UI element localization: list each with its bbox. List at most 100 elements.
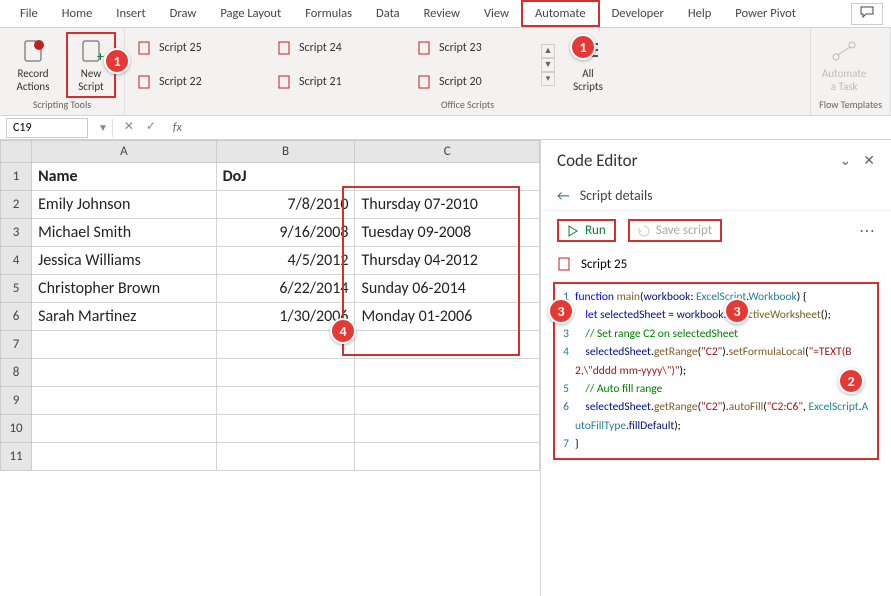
row-header[interactable]: 8 bbox=[1, 359, 32, 387]
comments-button[interactable] bbox=[851, 3, 883, 25]
tab-draw[interactable]: Draw bbox=[158, 2, 209, 25]
record-icon bbox=[19, 37, 47, 65]
scroll-up-button[interactable]: ▲ bbox=[541, 44, 555, 58]
name-box-dropdown[interactable]: ▼ bbox=[94, 121, 112, 134]
cell[interactable]: Name bbox=[32, 163, 217, 191]
cell[interactable] bbox=[355, 415, 540, 443]
script-icon bbox=[417, 40, 433, 56]
panel-expand-icon[interactable]: ⌄ bbox=[840, 152, 852, 169]
fx-icon[interactable]: fx bbox=[167, 121, 188, 135]
run-button[interactable]: Run bbox=[557, 219, 616, 242]
tab-file[interactable]: File bbox=[8, 2, 50, 25]
cell[interactable] bbox=[216, 443, 355, 471]
worksheet[interactable]: A B C 1 Name DoJ 2 Emily Johnson 7/8/201… bbox=[0, 140, 540, 596]
cell[interactable] bbox=[216, 387, 355, 415]
tab-developer[interactable]: Developer bbox=[600, 2, 676, 25]
col-header-c[interactable]: C bbox=[355, 141, 540, 163]
tab-help[interactable]: Help bbox=[676, 2, 723, 25]
cell[interactable] bbox=[32, 387, 217, 415]
cell[interactable]: 9/16/2008 bbox=[216, 219, 355, 247]
script-icon bbox=[137, 74, 153, 90]
cell[interactable]: Monday 01-2006 bbox=[355, 303, 540, 331]
row-header[interactable]: 4 bbox=[1, 247, 32, 275]
group-label-flow: Flow Templates bbox=[819, 98, 882, 113]
cell[interactable]: 4/5/2012 bbox=[216, 247, 355, 275]
cell[interactable]: 7/8/2010 bbox=[216, 191, 355, 219]
row-header[interactable]: 9 bbox=[1, 387, 32, 415]
tab-automate[interactable]: Automate bbox=[521, 0, 600, 27]
script-item[interactable]: Script 20 bbox=[413, 66, 533, 98]
row-header[interactable]: 5 bbox=[1, 275, 32, 303]
cell[interactable]: Sarah Martinez bbox=[32, 303, 217, 331]
record-actions-button[interactable]: Record Actions bbox=[8, 32, 58, 98]
cell[interactable] bbox=[355, 387, 540, 415]
flow-icon bbox=[830, 37, 858, 65]
script-item[interactable]: Script 22 bbox=[133, 66, 253, 98]
enter-formula-button[interactable]: ✓ bbox=[141, 119, 161, 137]
cell[interactable] bbox=[32, 415, 217, 443]
cell[interactable]: Christopher Brown bbox=[32, 275, 217, 303]
cell[interactable]: Thursday 04-2012 bbox=[355, 247, 540, 275]
formula-input[interactable] bbox=[188, 118, 891, 138]
back-icon[interactable]: ← bbox=[557, 187, 570, 204]
more-options-button[interactable]: ⋯ bbox=[859, 221, 875, 241]
tab-data[interactable]: Data bbox=[364, 2, 412, 25]
select-all-cell[interactable] bbox=[1, 141, 32, 163]
script-name: Script 25 bbox=[581, 257, 627, 272]
script-item[interactable]: Script 21 bbox=[273, 66, 393, 98]
cell[interactable]: Tuesday 09-2008 bbox=[355, 219, 540, 247]
row-header[interactable]: 2 bbox=[1, 191, 32, 219]
cell[interactable] bbox=[355, 443, 540, 471]
row-header[interactable]: 3 bbox=[1, 219, 32, 247]
cell[interactable] bbox=[32, 359, 217, 387]
cancel-formula-button[interactable]: ✕ bbox=[119, 119, 139, 137]
automate-task-label: Automate a Task bbox=[822, 67, 867, 93]
cell[interactable]: Michael Smith bbox=[32, 219, 217, 247]
name-box[interactable] bbox=[6, 118, 88, 138]
tab-page-layout[interactable]: Page Layout bbox=[208, 2, 293, 25]
cell[interactable] bbox=[32, 331, 217, 359]
tab-home[interactable]: Home bbox=[50, 2, 105, 25]
panel-title-bar: Code Editor ⌄ ✕ bbox=[541, 140, 891, 181]
tab-review[interactable]: Review bbox=[412, 2, 472, 25]
cell[interactable] bbox=[355, 163, 540, 191]
row-header[interactable]: 11 bbox=[1, 443, 32, 471]
cell[interactable] bbox=[355, 359, 540, 387]
panel-breadcrumb: ← Script details bbox=[541, 181, 891, 211]
tab-power-pivot[interactable]: Power Pivot bbox=[723, 2, 808, 25]
script-icon bbox=[277, 74, 293, 90]
row-header[interactable]: 6 bbox=[1, 303, 32, 331]
row-header[interactable]: 1 bbox=[1, 163, 32, 191]
cell[interactable] bbox=[32, 443, 217, 471]
cell[interactable]: Emily Johnson bbox=[32, 191, 217, 219]
panel-close-icon[interactable]: ✕ bbox=[863, 152, 875, 169]
tab-insert[interactable]: Insert bbox=[104, 2, 157, 25]
script-item[interactable]: Script 25 bbox=[133, 32, 253, 64]
tab-formulas[interactable]: Formulas bbox=[293, 2, 364, 25]
cell[interactable]: Thursday 07-2010 bbox=[355, 191, 540, 219]
script-item[interactable]: Script 23 bbox=[413, 32, 533, 64]
scroll-more-button[interactable]: ▾ bbox=[541, 72, 555, 86]
callout-1b: 1 bbox=[570, 34, 596, 60]
group-office-scripts: Script 25 Script 24 Script 23 Script 22 … bbox=[125, 28, 811, 115]
col-header-a[interactable]: A bbox=[32, 141, 217, 163]
cell[interactable] bbox=[216, 415, 355, 443]
comment-icon bbox=[860, 6, 874, 18]
automate-task-button: Automate a Task bbox=[819, 32, 869, 98]
cell[interactable] bbox=[216, 359, 355, 387]
cell[interactable]: DoJ bbox=[216, 163, 355, 191]
callout-3a: 3 bbox=[548, 298, 574, 324]
row-header[interactable]: 10 bbox=[1, 415, 32, 443]
cell[interactable] bbox=[355, 331, 540, 359]
callout-1a: 1 bbox=[104, 48, 130, 74]
cell[interactable]: Sunday 06-2014 bbox=[355, 275, 540, 303]
col-header-b[interactable]: B bbox=[216, 141, 355, 163]
cell[interactable]: 6/22/2014 bbox=[216, 275, 355, 303]
scroll-down-button[interactable]: ▼ bbox=[541, 58, 555, 72]
script-item[interactable]: Script 24 bbox=[273, 32, 393, 64]
cell[interactable]: Jessica Williams bbox=[32, 247, 217, 275]
tab-view[interactable]: View bbox=[472, 2, 521, 25]
row-header[interactable]: 7 bbox=[1, 331, 32, 359]
code-editor[interactable]: 1function main(workbook: ExcelScript.Wor… bbox=[553, 282, 879, 460]
callout-2: 2 bbox=[838, 368, 864, 394]
